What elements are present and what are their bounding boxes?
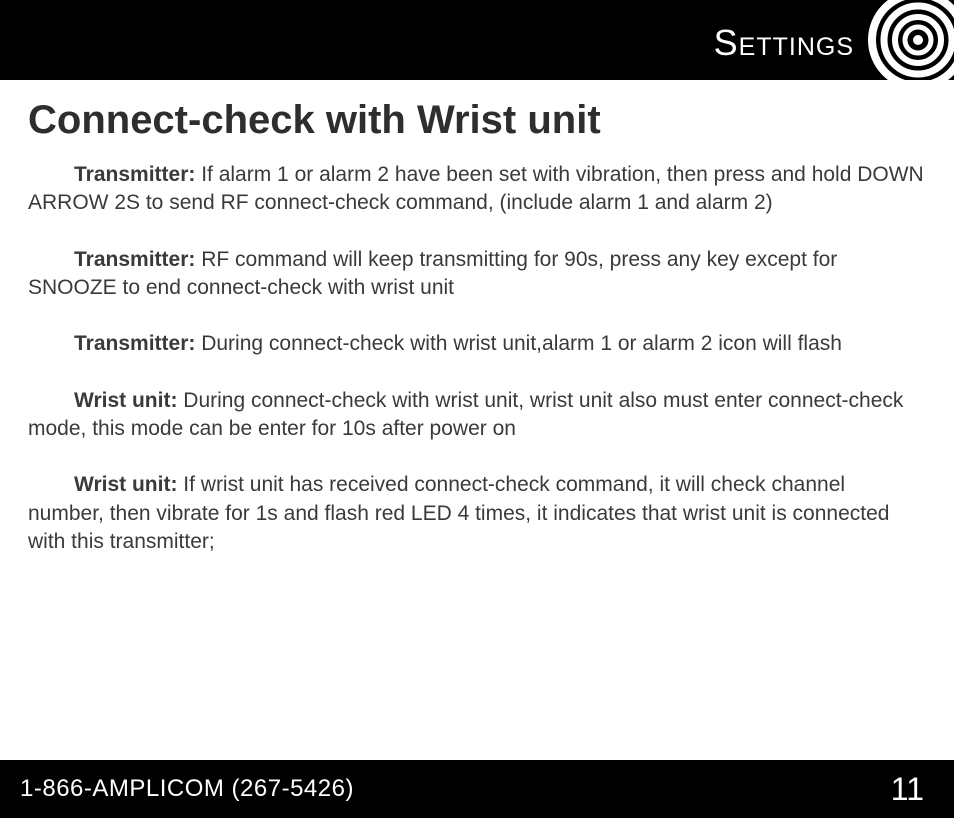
- paragraph-label: Transmitter:: [74, 163, 195, 186]
- paragraph: Transmitter: If alarm 1 or alarm 2 have …: [28, 161, 926, 218]
- paragraph-label: Transmitter:: [74, 332, 195, 355]
- paragraph: Transmitter: RF command will keep transm…: [28, 246, 926, 303]
- page-number: 11: [891, 771, 924, 808]
- page-title: Connect-check with Wrist unit: [28, 98, 926, 143]
- paragraph: Wrist unit: During connect-check with wr…: [28, 387, 926, 444]
- paragraph-text: During connect-check with wrist unit,ala…: [195, 332, 842, 355]
- section-title: Settings: [714, 22, 854, 64]
- header-bar: Settings: [0, 0, 954, 80]
- paragraph-label: Wrist unit:: [74, 389, 177, 412]
- paragraph: Transmitter: During connect-check with w…: [28, 330, 926, 358]
- spiral-icon: [842, 0, 954, 80]
- main-content: Connect-check with Wrist unit Transmitte…: [0, 80, 954, 556]
- paragraph-label: Wrist unit:: [74, 473, 177, 496]
- paragraph: Wrist unit: If wrist unit has received c…: [28, 471, 926, 556]
- phone-number: 1-866-AMPLICOM (267-5426): [20, 775, 354, 803]
- footer-bar: 1-866-AMPLICOM (267-5426) 11: [0, 760, 954, 818]
- paragraph-label: Transmitter:: [74, 248, 195, 271]
